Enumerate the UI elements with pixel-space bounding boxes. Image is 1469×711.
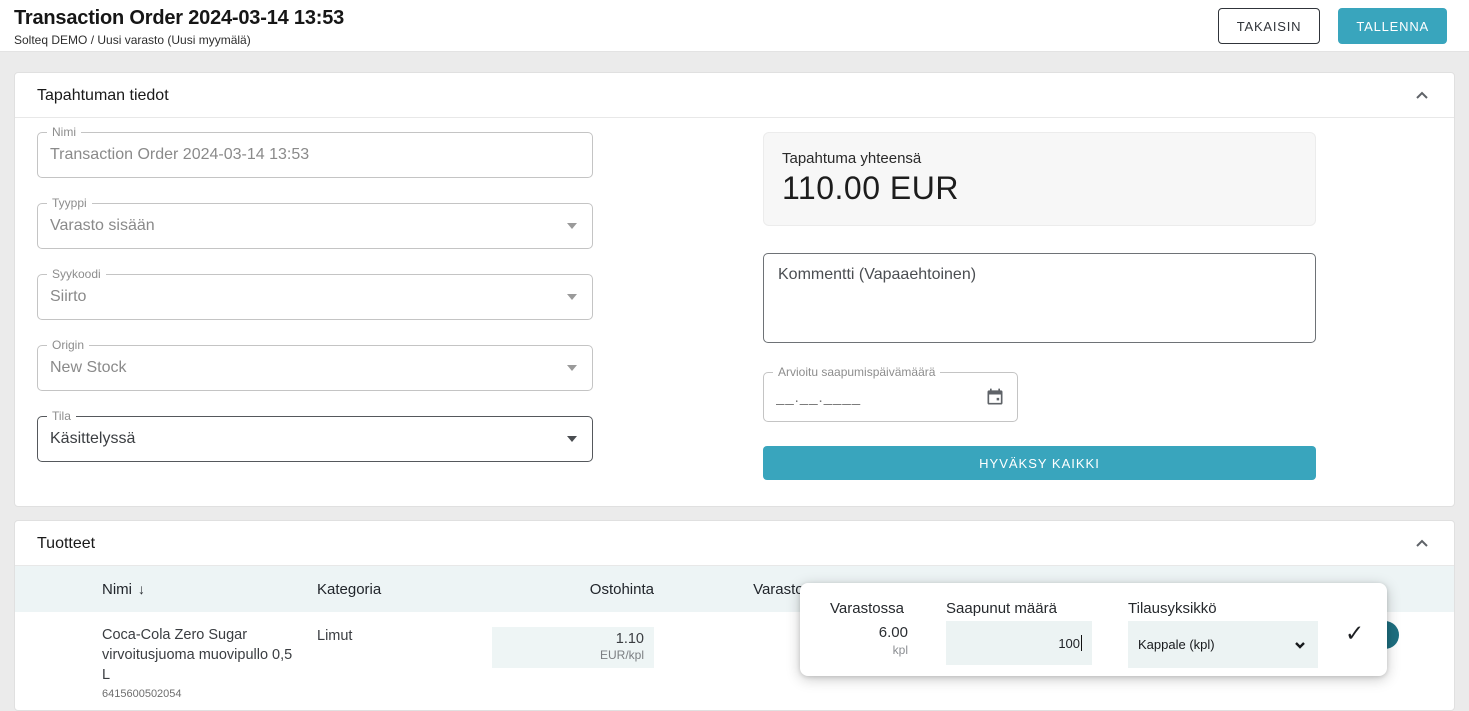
popup-received-group: Saapunut määrä: [946, 600, 1092, 665]
eta-date-input[interactable]: [776, 389, 985, 406]
transaction-total-card: Tapahtuma yhteensä 110.00 EUR: [763, 132, 1316, 226]
reason-code-select[interactable]: Syykoodi Siirto: [37, 274, 593, 320]
order-unit-select[interactable]: Kappale (kpl): [1128, 621, 1318, 668]
popup-order-unit-label: Tilausyksikkö: [1128, 600, 1318, 617]
product-name: Coca-Cola Zero Sugar virvoitusjuoma muov…: [102, 625, 302, 685]
origin-label: Origin: [47, 338, 89, 352]
dropdown-arrow-icon: [567, 294, 577, 300]
purchase-price-cell: 1.10 EUR/kpl: [490, 625, 656, 668]
origin-select[interactable]: Origin New Stock: [37, 345, 593, 391]
breadcrumb: Solteq DEMO / Uusi varasto (Uusi myymälä…: [14, 33, 344, 47]
reason-code-label: Syykoodi: [47, 267, 106, 281]
received-amount-input-wrap: [946, 621, 1092, 665]
sort-descending-icon[interactable]: ↓: [138, 581, 145, 597]
eta-date-field[interactable]: Arvioitu saapumispäivämäärä: [763, 372, 1018, 422]
product-category: Limut: [315, 625, 490, 644]
popup-in-stock-label: Varastossa: [830, 600, 908, 617]
popup-in-stock-value: 6.00: [830, 624, 908, 641]
popup-in-stock-unit: kpl: [830, 643, 908, 657]
section-title: Tuotteet: [37, 535, 95, 553]
product-ean: 6415600502054: [102, 688, 313, 700]
back-button[interactable]: TAKAISIN: [1218, 8, 1321, 44]
name-field-label: Nimi: [47, 125, 81, 139]
transaction-details-section: Tapahtuman tiedot Nimi Tyyppi Varasto si…: [14, 72, 1455, 507]
comment-input[interactable]: [763, 253, 1316, 343]
collapse-chevron-up-icon[interactable]: [1414, 88, 1430, 104]
column-header-nimi[interactable]: Nimi↓: [100, 581, 315, 598]
type-select[interactable]: Tyyppi Varasto sisään: [37, 203, 593, 249]
product-name-cell: Coca-Cola Zero Sugar virvoitusjuoma muov…: [100, 625, 315, 700]
status-label: Tila: [47, 409, 76, 423]
page-title: Transaction Order 2024-03-14 13:53: [14, 7, 344, 30]
transaction-total-value: 110.00 EUR: [782, 170, 1297, 207]
popup-order-unit-group: Tilausyksikkö Kappale (kpl): [1128, 600, 1318, 668]
dropdown-arrow-icon: [567, 365, 577, 371]
name-field[interactable]: Nimi: [37, 132, 593, 178]
transaction-total-label: Tapahtuma yhteensä: [782, 150, 1297, 167]
calendar-icon[interactable]: [985, 387, 1005, 407]
chevron-down-icon: [1294, 639, 1306, 651]
confirm-check-button[interactable]: ✓: [1345, 622, 1364, 645]
section-title: Tapahtuman tiedot: [37, 87, 169, 105]
origin-value: New Stock: [50, 359, 567, 377]
text-cursor: [1081, 635, 1082, 651]
products-header[interactable]: Tuotteet: [15, 521, 1454, 566]
column-header-ostohinta[interactable]: Ostohinta: [490, 581, 656, 598]
reason-code-value: Siirto: [50, 288, 567, 306]
status-value: Käsittelyssä: [50, 430, 567, 448]
column-header-kategoria[interactable]: Kategoria: [315, 581, 490, 598]
approve-all-button[interactable]: HYVÄKSY KAIKKI: [763, 446, 1316, 480]
top-bar: Transaction Order 2024-03-14 13:53 Solte…: [0, 0, 1469, 52]
type-select-value: Varasto sisään: [50, 217, 567, 235]
dropdown-arrow-icon: [567, 436, 577, 442]
save-button[interactable]: TALLENNA: [1338, 8, 1447, 44]
status-select[interactable]: Tila Käsittelyssä: [37, 416, 593, 462]
dropdown-arrow-icon: [567, 223, 577, 229]
eta-date-label: Arvioitu saapumispäivämäärä: [773, 365, 940, 379]
purchase-price: 1.10: [502, 631, 644, 647]
received-amount-input[interactable]: [946, 636, 1080, 651]
popup-in-stock-group: Varastossa 6.00 kpl: [830, 600, 908, 657]
popup-received-label: Saapunut määrä: [946, 600, 1092, 617]
transaction-details-header[interactable]: Tapahtuman tiedot: [15, 73, 1454, 118]
name-input[interactable]: [50, 146, 580, 164]
purchase-price-unit: EUR/kpl: [502, 648, 644, 662]
collapse-chevron-up-icon[interactable]: [1414, 536, 1430, 552]
order-unit-value: Kappale (kpl): [1138, 637, 1215, 652]
row-editor-popup: Varastossa 6.00 kpl Saapunut määrä Tilau…: [800, 583, 1387, 676]
type-select-label: Tyyppi: [47, 196, 92, 210]
